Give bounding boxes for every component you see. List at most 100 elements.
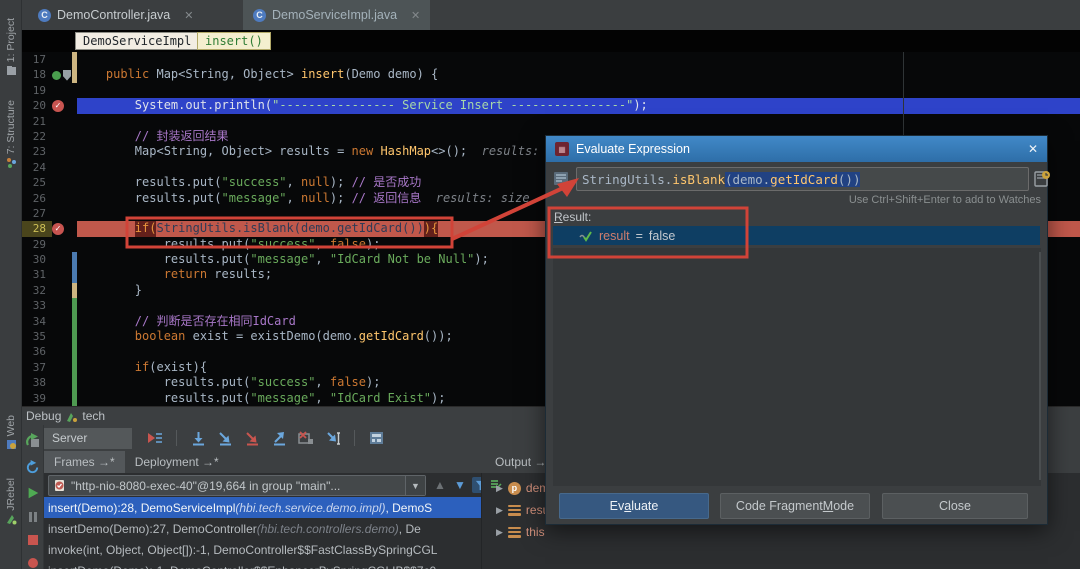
dialog-title-bar[interactable]: ▦ Evaluate Expression ✕ bbox=[546, 136, 1047, 162]
method-entry-icon[interactable] bbox=[52, 71, 61, 80]
stop-icon[interactable] bbox=[27, 534, 39, 546]
show-execution-point-icon[interactable] bbox=[146, 429, 164, 447]
gutter[interactable] bbox=[52, 129, 72, 144]
gutter[interactable] bbox=[52, 114, 72, 129]
breadcrumb-method-chip[interactable]: insert() bbox=[197, 32, 271, 50]
tool-window-button-project[interactable]: 1: Project bbox=[0, 18, 22, 76]
drop-frame-icon[interactable] bbox=[297, 429, 315, 447]
parameter-icon: p bbox=[508, 482, 521, 495]
expand-arrow-icon[interactable]: ▶ bbox=[496, 505, 503, 516]
gutter[interactable] bbox=[52, 344, 72, 359]
debug-tab-label[interactable]: Debug bbox=[26, 409, 61, 423]
prev-frame-icon[interactable]: ▲ bbox=[432, 477, 448, 493]
result-label: Result: bbox=[554, 210, 591, 224]
gutter[interactable] bbox=[52, 360, 72, 375]
stack-frame-row[interactable]: insertDemo(Demo):-1, DemoController$$Enh… bbox=[44, 560, 503, 569]
ide-window: 1: Project 7: Structure Web JRebel C DemoCo… bbox=[0, 0, 1080, 569]
thread-selector[interactable]: "http-nio-8080-exec-40"@19,664 in group … bbox=[48, 475, 426, 496]
line-number: 28 bbox=[22, 221, 52, 236]
server-session-tab[interactable]: Server bbox=[44, 428, 132, 449]
gutter[interactable]: ✓ bbox=[52, 221, 72, 236]
gutter[interactable] bbox=[52, 375, 72, 390]
result-tree-area bbox=[553, 248, 1041, 486]
code-text bbox=[77, 52, 1080, 67]
field-icon bbox=[508, 527, 521, 538]
result-value: false bbox=[649, 229, 675, 243]
tool-structure-icon bbox=[6, 157, 17, 168]
tool-window-label: Web bbox=[5, 415, 17, 436]
gutter[interactable] bbox=[52, 314, 72, 329]
variable-row[interactable]: ▶this bbox=[496, 522, 545, 542]
gutter[interactable]: ✓ bbox=[52, 98, 72, 113]
thread-icon bbox=[53, 479, 66, 492]
line-number: 30 bbox=[22, 252, 52, 267]
next-frame-icon[interactable]: ▼ bbox=[452, 477, 468, 493]
gutter[interactable] bbox=[52, 83, 72, 98]
gutter[interactable] bbox=[52, 175, 72, 190]
gutter[interactable] bbox=[52, 267, 72, 282]
stack-frame-row[interactable]: insertDemo(Demo):27, DemoController (hbi… bbox=[44, 518, 503, 539]
tool-jrebel-icon bbox=[6, 514, 17, 525]
close-icon[interactable]: ✕ bbox=[411, 9, 420, 22]
gutter[interactable] bbox=[52, 391, 72, 406]
close-button[interactable]: Close bbox=[882, 493, 1028, 519]
tab-democontroller[interactable]: C DemoController.java ✕ bbox=[28, 0, 203, 30]
evaluate-button[interactable]: Evaluate bbox=[559, 493, 709, 519]
gutter[interactable] bbox=[52, 237, 72, 252]
tab-label: DemoController.java bbox=[57, 8, 170, 22]
evaluate-expression-icon[interactable] bbox=[367, 429, 385, 447]
session-icon bbox=[66, 411, 77, 422]
debug-control-column bbox=[22, 425, 44, 569]
tab-demoserviceimpl[interactable]: C DemoServiceImpl.java ✕ bbox=[243, 0, 430, 30]
refresh-icon[interactable] bbox=[25, 460, 40, 475]
view-breakpoints-icon[interactable] bbox=[27, 557, 39, 569]
scrollbar[interactable] bbox=[1039, 252, 1041, 480]
step-over-icon[interactable] bbox=[189, 429, 207, 447]
tab-deployment[interactable]: Deployment →* bbox=[125, 451, 229, 473]
gutter[interactable] bbox=[52, 252, 72, 267]
tool-window-button-web[interactable]: Web bbox=[0, 415, 22, 450]
expand-arrow-icon[interactable]: ▶ bbox=[496, 483, 503, 494]
stack-frame-row[interactable]: invoke(int, Object, Object[]):-1, DemoCo… bbox=[44, 539, 503, 560]
expression-panel-icon bbox=[553, 171, 569, 186]
result-row[interactable]: result = false bbox=[553, 226, 1040, 245]
toolbar-separator bbox=[176, 430, 177, 446]
tool-window-button-jrebel[interactable]: JRebel bbox=[0, 478, 22, 525]
gutter[interactable] bbox=[52, 298, 72, 313]
breadcrumb-class-chip[interactable]: DemoServiceImpl bbox=[75, 32, 199, 50]
gutter[interactable] bbox=[52, 191, 72, 206]
gutter[interactable] bbox=[52, 160, 72, 175]
stack-frame-row[interactable]: insert(Demo):28, DemoServiceImpl (hbi.te… bbox=[44, 497, 503, 518]
gutter[interactable] bbox=[52, 52, 72, 67]
line-number: 25 bbox=[22, 175, 52, 190]
force-step-into-icon[interactable] bbox=[243, 429, 261, 447]
code-text bbox=[77, 83, 1080, 98]
gutter[interactable] bbox=[52, 144, 72, 159]
breakpoint-icon[interactable]: ✓ bbox=[52, 223, 64, 235]
line-number: 33 bbox=[22, 298, 52, 313]
editor-tab-bar: C DemoController.java ✕ C DemoServiceImp… bbox=[22, 0, 1080, 30]
gutter[interactable] bbox=[52, 67, 72, 82]
step-into-icon[interactable] bbox=[216, 429, 234, 447]
class-icon: C bbox=[38, 9, 51, 22]
close-icon[interactable]: ✕ bbox=[184, 9, 193, 22]
gutter[interactable] bbox=[52, 283, 72, 298]
expand-arrow-icon[interactable]: ▶ bbox=[496, 527, 503, 538]
breakpoint-icon[interactable]: ✓ bbox=[52, 100, 64, 112]
run-to-cursor-icon[interactable] bbox=[324, 429, 342, 447]
tool-window-button-structure[interactable]: 7: Structure bbox=[0, 100, 22, 168]
dropdown-arrow-icon[interactable]: ▼ bbox=[405, 476, 425, 495]
close-icon[interactable]: ✕ bbox=[1028, 142, 1038, 156]
gutter[interactable] bbox=[52, 206, 72, 221]
expression-input[interactable]: StringUtils.isBlank(demo.getIdCard()) bbox=[576, 167, 1029, 191]
pause-icon[interactable] bbox=[27, 511, 39, 523]
rerun-icon[interactable] bbox=[25, 433, 41, 449]
line-number: 38 bbox=[22, 375, 52, 390]
step-out-icon[interactable] bbox=[270, 429, 288, 447]
tab-label: DemoServiceImpl.java bbox=[272, 8, 397, 22]
tab-frames[interactable]: Frames →* bbox=[44, 451, 125, 473]
resume-icon[interactable] bbox=[26, 486, 40, 500]
code-fragment-mode-button[interactable]: Code Fragment Mode bbox=[720, 493, 870, 519]
gutter[interactable] bbox=[52, 329, 72, 344]
history-icon[interactable] bbox=[1033, 169, 1051, 189]
